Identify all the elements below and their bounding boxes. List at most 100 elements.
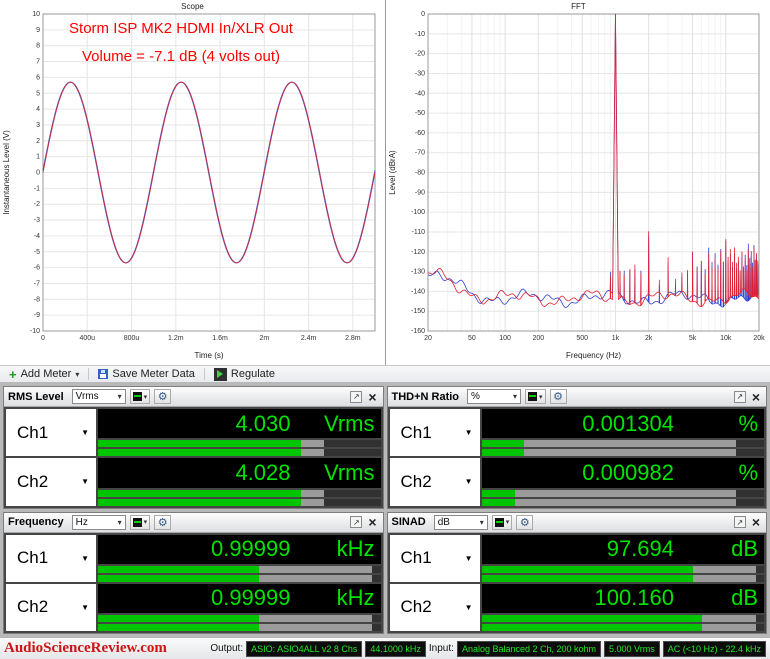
level-bar-fill	[98, 624, 259, 631]
channel-readout: 0.001304%	[482, 409, 765, 456]
svg-text:3: 3	[36, 122, 40, 129]
channel-selector[interactable]: Ch1▼	[6, 535, 96, 582]
meter-options-icon[interactable]: ▾	[130, 389, 151, 404]
channel-dropdown-icon: ▼	[81, 428, 89, 437]
svg-text:-30: -30	[415, 70, 425, 77]
settings-gear-icon[interactable]: ⚙	[154, 389, 171, 404]
fft-panel: -160-150-140-130-120-110-100-90-80-70-60…	[385, 0, 770, 365]
channel-dropdown-icon: ▼	[81, 477, 89, 486]
svg-text:10k: 10k	[720, 335, 732, 342]
meter-value: 0.99999	[104, 585, 291, 611]
meter-value: 0.001304	[488, 411, 675, 437]
channel-selector[interactable]: Ch2 ▼	[6, 458, 96, 505]
input-range-badge: 5.000 Vrms	[604, 641, 660, 657]
close-icon[interactable]: ×	[366, 515, 378, 529]
chevron-down-icon: ▾	[118, 518, 122, 527]
level-bar	[482, 449, 765, 456]
meter-header: Frequency Hz ▾ ▾ ⚙ ↗ ×	[4, 513, 383, 533]
popout-icon[interactable]: ↗	[350, 516, 362, 528]
channel-selector[interactable]: Ch1▼	[390, 409, 480, 456]
meter-value: 4.030	[104, 411, 291, 437]
output-label: Output:	[210, 643, 243, 654]
close-icon[interactable]: ×	[366, 390, 378, 404]
meter-options-icon[interactable]: ▾	[525, 389, 546, 404]
level-bar-fill	[482, 440, 524, 447]
meter-title: RMS Level	[8, 391, 64, 403]
add-meter-button[interactable]: + Add Meter ▾	[4, 366, 84, 382]
unit-dropdown[interactable]: % ▾	[467, 389, 521, 404]
svg-text:1k: 1k	[612, 335, 620, 342]
svg-text:400u: 400u	[79, 335, 95, 342]
meter-value-display: 97.694dB	[482, 535, 765, 564]
close-icon[interactable]: ×	[750, 390, 762, 404]
level-bar-fill	[98, 490, 301, 497]
meter-unit: %	[674, 460, 758, 486]
popout-icon[interactable]: ↗	[734, 516, 746, 528]
svg-text:-90: -90	[415, 189, 425, 196]
svg-text:-8: -8	[34, 296, 40, 303]
meter-header: RMS Level Vrms ▾ ▾ ⚙ ↗ ×	[4, 387, 383, 407]
svg-text:-100: -100	[411, 209, 425, 216]
settings-gear-icon[interactable]: ⚙	[154, 515, 171, 530]
meter-title: Frequency	[8, 516, 64, 528]
meter-channel-row: Ch1▼4.030Vrms	[6, 409, 381, 456]
unit-dropdown[interactable]: Hz ▾	[72, 515, 126, 530]
regulate-button[interactable]: Regulate	[209, 366, 280, 382]
meter-channel-row: Ch2▼100.160dB	[390, 584, 765, 631]
popout-icon[interactable]: ↗	[734, 391, 746, 403]
level-bar	[482, 624, 765, 631]
meter-channel-row: Ch2▼0.99999kHz	[6, 584, 381, 631]
svg-text:-10: -10	[415, 31, 425, 38]
svg-text:0: 0	[36, 170, 40, 177]
svg-text:-70: -70	[415, 150, 425, 157]
svg-text:-120: -120	[411, 249, 425, 256]
level-bar-fill	[482, 449, 524, 456]
meter-options-icon[interactable]: ▾	[130, 515, 151, 530]
level-bar	[482, 615, 765, 622]
meter-header: SINAD dB ▾ ▾ ⚙ ↗ ×	[388, 513, 767, 533]
meter-toolbar: + Add Meter ▾ Save Meter Data Regulate	[0, 365, 770, 383]
channel-dropdown-icon: ▼	[81, 554, 89, 563]
channel-readout: 4.030Vrms	[98, 409, 381, 456]
svg-text:1.2m: 1.2m	[168, 335, 184, 342]
channel-selector[interactable]: Ch1▼	[390, 535, 480, 582]
channel-selector[interactable]: Ch1▼	[6, 409, 96, 456]
svg-text:-10: -10	[30, 328, 40, 335]
svg-text:Storm ISP MK2 HDMI In/XLR Out: Storm ISP MK2 HDMI In/XLR Out	[69, 20, 294, 37]
channel-readout: 0.99999kHz	[98, 584, 381, 631]
popout-icon[interactable]: ↗	[350, 391, 362, 403]
close-icon[interactable]: ×	[750, 515, 762, 529]
svg-text:2.4m: 2.4m	[301, 335, 317, 342]
unit-dropdown[interactable]: dB ▾	[434, 515, 488, 530]
channel-name: Ch2	[17, 472, 48, 492]
meter-value-display: 0.99999kHz	[98, 584, 381, 613]
svg-text:-80: -80	[415, 170, 425, 177]
svg-text:-4: -4	[34, 233, 40, 240]
level-bar-fill	[482, 624, 702, 631]
chevron-down-icon: ▾	[75, 370, 79, 379]
add-meter-label: Add Meter	[21, 368, 72, 380]
meter-options-icon[interactable]: ▾	[492, 515, 513, 530]
svg-text:500: 500	[576, 335, 588, 342]
svg-text:-7: -7	[34, 280, 40, 287]
level-bars	[98, 615, 381, 631]
settings-gear-icon[interactable]: ⚙	[550, 389, 567, 404]
save-meter-data-button[interactable]: Save Meter Data	[93, 366, 200, 382]
channel-name: Ch1	[401, 423, 432, 443]
level-bars	[482, 566, 765, 582]
charts-row: -10-9-8-7-6-5-4-3-2-10123456789100400u80…	[0, 0, 770, 365]
channel-selector[interactable]: Ch2▼	[390, 458, 480, 505]
channel-selector[interactable]: Ch2▼	[6, 584, 96, 631]
meter-body: Ch1▼0.001304%Ch2▼0.000982%	[388, 407, 767, 508]
meter-value-display: 4.030Vrms	[98, 409, 381, 438]
level-bar-fill	[98, 615, 259, 622]
level-bar-fill	[482, 575, 694, 582]
meter-unit: dB	[674, 536, 758, 562]
chevron-down-icon: ▾	[513, 392, 517, 401]
settings-gear-icon[interactable]: ⚙	[516, 515, 533, 530]
svg-text:100: 100	[499, 335, 511, 342]
level-bars	[482, 490, 765, 506]
unit-dropdown[interactable]: Vrms ▾	[72, 389, 126, 404]
channel-selector[interactable]: Ch2▼	[390, 584, 480, 631]
svg-text:2m: 2m	[259, 335, 269, 342]
